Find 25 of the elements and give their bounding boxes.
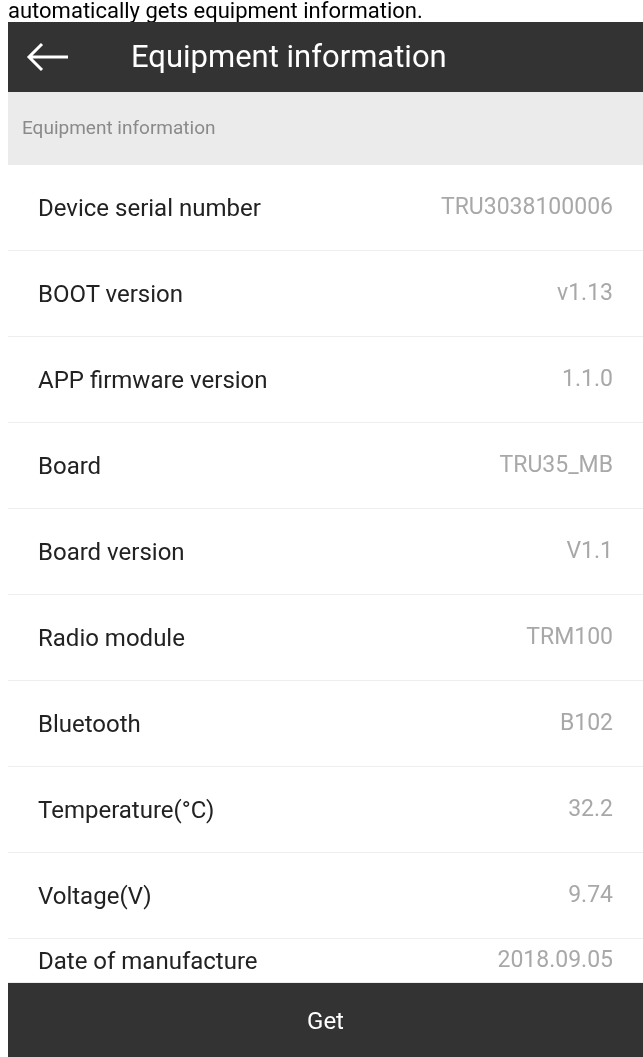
row-value: TRU3038100006 xyxy=(440,192,613,223)
caption-text: automatically gets equipment information. xyxy=(7,0,424,22)
row-label: Device serial number xyxy=(38,192,261,224)
row-label: Temperature(°C) xyxy=(38,794,215,826)
row-label: APP firmware version xyxy=(38,364,268,396)
row-value: 2018.09.05 xyxy=(497,945,613,976)
get-button[interactable]: Get xyxy=(8,983,643,1057)
section-header: Equipment information xyxy=(8,92,643,165)
row-label: Board xyxy=(38,450,102,482)
row-value: 1.1.0 xyxy=(562,364,613,395)
row-label: Bluetooth xyxy=(38,708,141,740)
row-label: Radio module xyxy=(38,622,185,654)
row-value: v1.13 xyxy=(557,278,613,309)
row-value: TRU35_MB xyxy=(499,450,613,481)
row-label: BOOT version xyxy=(38,278,183,310)
back-arrow-icon xyxy=(26,42,70,72)
row-label: Board version xyxy=(38,536,185,568)
row-value: 9.74 xyxy=(568,880,613,911)
row-label: Date of manufacture xyxy=(38,945,258,977)
row-value: B102 xyxy=(559,708,613,739)
row-label: Voltage(V) xyxy=(38,880,152,912)
row-value: V1.1 xyxy=(566,536,613,567)
row-value: TRM100 xyxy=(526,622,613,653)
row-value: 32.2 xyxy=(568,794,613,825)
header-title: Equipment information xyxy=(131,36,447,77)
